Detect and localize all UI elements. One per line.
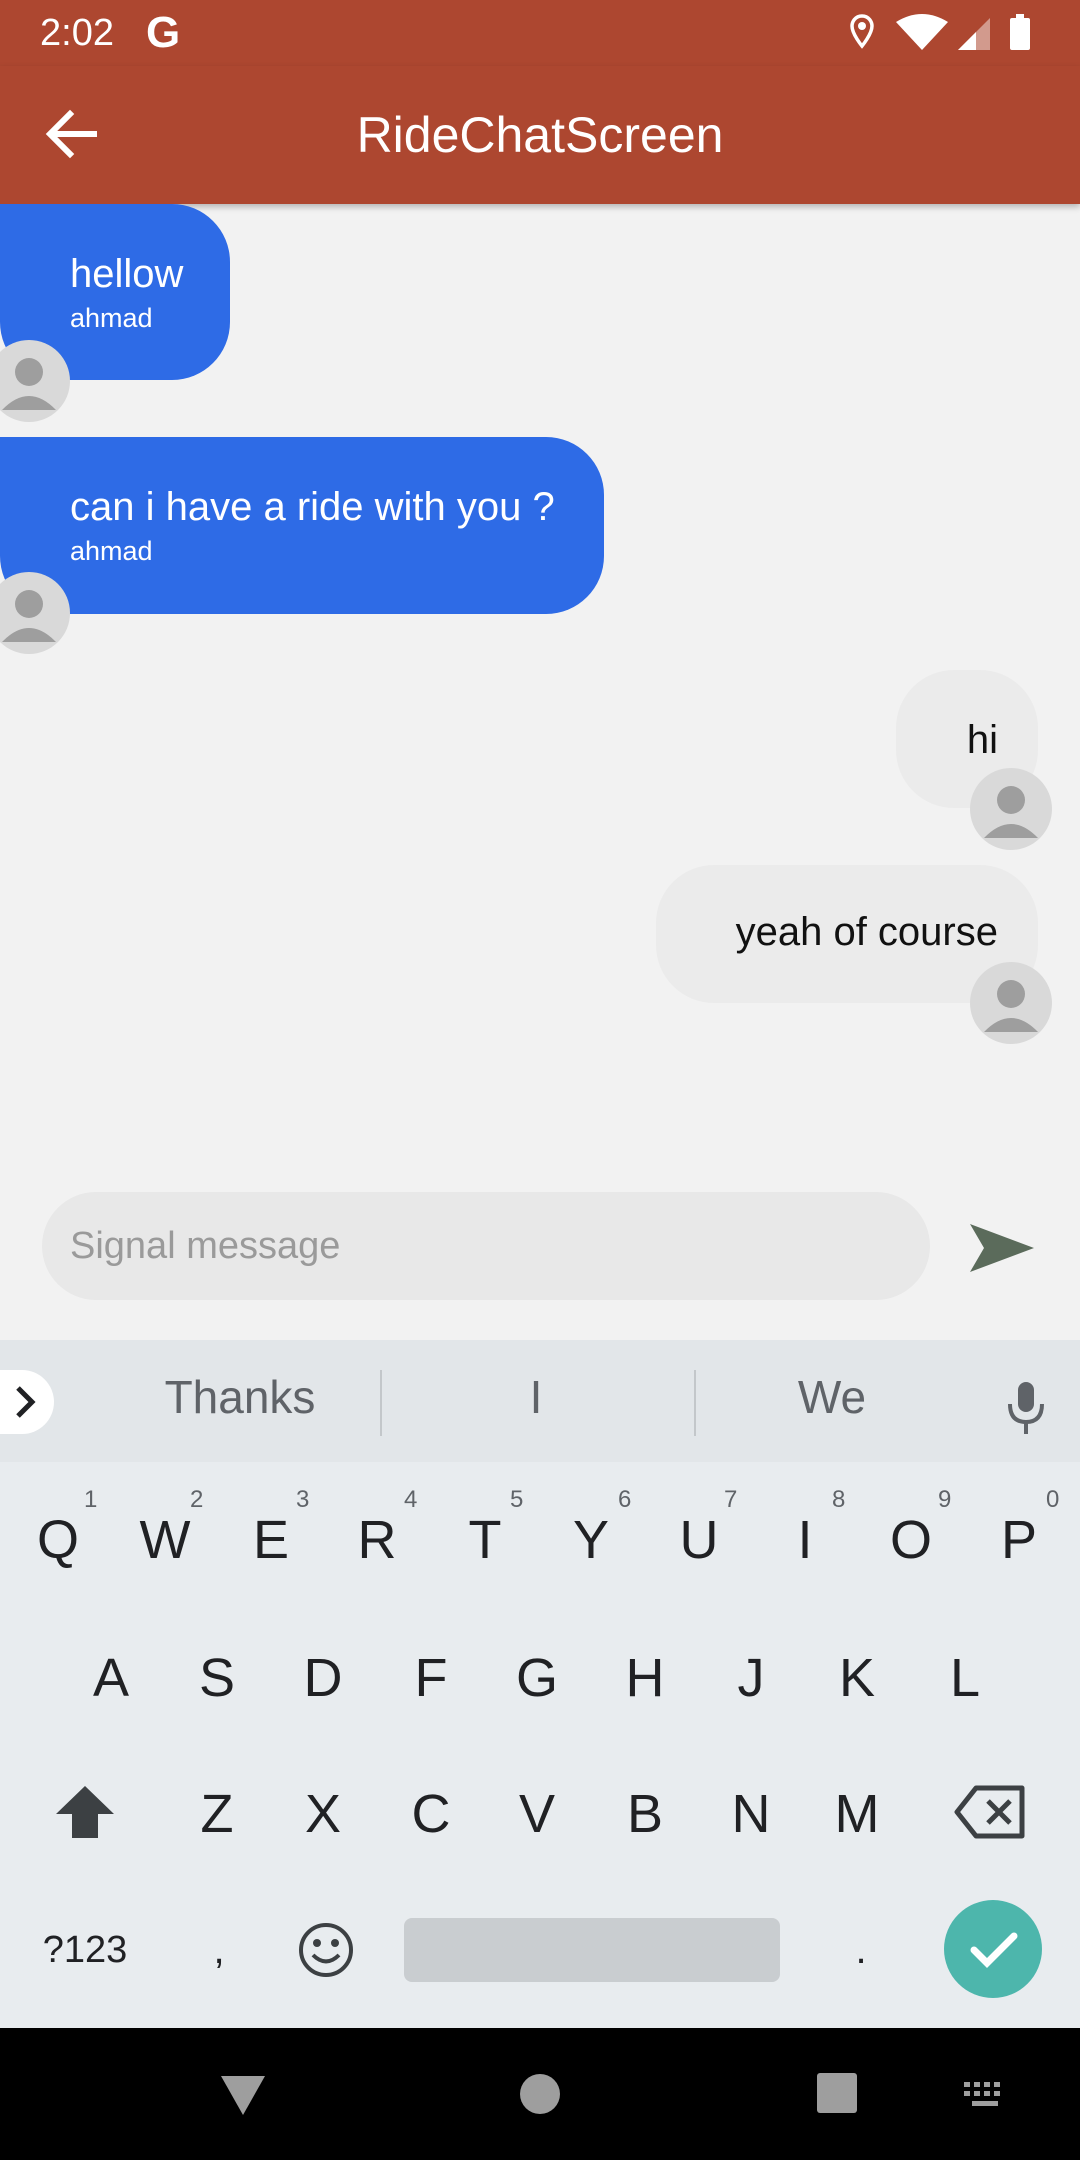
shift-icon[interactable] (52, 1780, 118, 1846)
key-z[interactable]: Z (172, 1764, 262, 1864)
message-text: yeah of course (735, 910, 998, 954)
key-c[interactable]: C (386, 1764, 476, 1864)
message-text: hellow (70, 252, 184, 296)
key-j[interactable]: J (706, 1628, 796, 1728)
chevron-right-icon[interactable] (0, 1370, 54, 1434)
suggestion-2[interactable]: I (386, 1370, 686, 1424)
key-m[interactable]: M (812, 1764, 902, 1864)
status-bar: 2:02 G (0, 0, 1080, 66)
key-hint: 1 (84, 1486, 98, 1513)
emoji-icon[interactable] (296, 1920, 356, 1980)
location-icon (850, 14, 874, 49)
key-hint: 3 (296, 1486, 310, 1513)
key-hint: 5 (510, 1486, 524, 1513)
app-bar: RideChatScreen (0, 66, 1080, 204)
key-f[interactable]: F (386, 1628, 476, 1728)
suggestion-1[interactable]: Thanks (90, 1370, 390, 1424)
message-input[interactable] (68, 1214, 902, 1278)
microphone-icon[interactable] (996, 1378, 1056, 1438)
key-n[interactable]: N (706, 1764, 796, 1864)
message-author: ahmad (70, 303, 153, 333)
key-hint: 8 (832, 1486, 846, 1513)
battery-icon (1010, 14, 1030, 50)
status-icons (850, 14, 1030, 50)
key-l[interactable]: L (920, 1628, 1010, 1728)
key-s[interactable]: S (172, 1628, 262, 1728)
avatar (970, 962, 1052, 1044)
backspace-icon[interactable] (954, 1784, 1026, 1840)
key-hint: 7 (724, 1486, 738, 1513)
divider (380, 1370, 382, 1436)
signal-icon (958, 18, 990, 50)
key-h[interactable]: H (600, 1628, 690, 1728)
send-icon[interactable] (966, 1212, 1038, 1284)
suggestion-3[interactable]: We (682, 1370, 982, 1424)
message-bubble-incoming[interactable]: can i have a ride with you ? ahmad (0, 437, 604, 614)
key-hint: 6 (618, 1486, 632, 1513)
message-text: can i have a ride with you ? (70, 485, 555, 529)
message-text: hi (966, 718, 998, 762)
key-g[interactable]: G (492, 1628, 582, 1728)
enter-key[interactable] (944, 1900, 1042, 1998)
soft-keyboard: Thanks I We Q W E R T Y U I O P 1 2 3 4 … (0, 1340, 1080, 2028)
home-circle-icon[interactable] (518, 2072, 562, 2116)
message-author: ahmad (70, 536, 153, 566)
google-g-icon: G (146, 8, 181, 57)
key-v[interactable]: V (492, 1764, 582, 1864)
wifi-icon (896, 14, 948, 50)
recents-square-icon[interactable] (816, 2072, 858, 2114)
key-k[interactable]: K (812, 1628, 902, 1728)
key-x[interactable]: X (278, 1764, 368, 1864)
key-comma[interactable]: , (174, 1900, 264, 2000)
key-b[interactable]: B (600, 1764, 690, 1864)
system-nav-bar (0, 2028, 1080, 2160)
back-triangle-icon[interactable] (218, 2072, 268, 2118)
key-hint: 0 (1046, 1486, 1060, 1513)
check-icon (970, 1932, 1018, 1968)
key-hint: 4 (404, 1486, 418, 1513)
status-time: 2:02 (40, 12, 114, 54)
message-composer (42, 1192, 930, 1300)
space-key[interactable] (404, 1918, 780, 1982)
avatar (970, 768, 1052, 850)
suggestion-bar: Thanks I We (0, 1340, 1080, 1462)
page-title: RideChatScreen (356, 107, 724, 163)
keyboard-switch-icon[interactable] (962, 2080, 1008, 2110)
key-period[interactable]: . (816, 1900, 906, 2000)
key-d[interactable]: D (278, 1628, 368, 1728)
key-hint: 2 (190, 1486, 204, 1513)
key-a[interactable]: A (66, 1628, 156, 1728)
key-symbols[interactable]: ?123 (30, 1900, 140, 2000)
key-hint: 9 (938, 1486, 952, 1513)
